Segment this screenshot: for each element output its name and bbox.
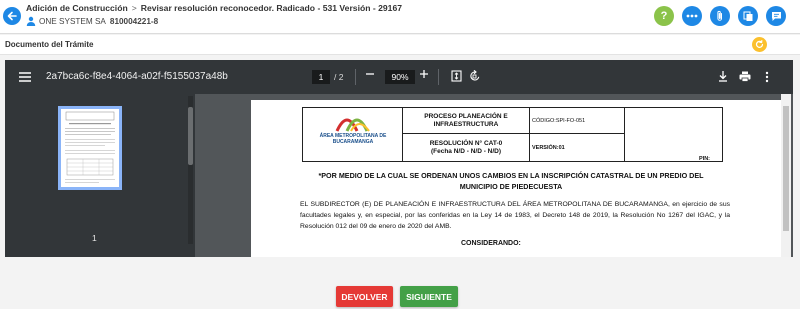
logo-cell: ÁREA METROPOLITANA DE BUCARAMANGA	[303, 108, 403, 161]
company-nit: 810004221-8	[109, 16, 159, 26]
pdf-page: ÁREA METROPOLITANA DE BUCARAMANGA PROCES…	[251, 100, 781, 257]
print-icon[interactable]	[739, 71, 751, 82]
thumbnail-preview	[65, 111, 115, 183]
download-icon[interactable]	[718, 71, 728, 82]
comments-button[interactable]	[766, 6, 786, 26]
refresh-button[interactable]	[752, 37, 767, 52]
copy-document-button[interactable]	[738, 6, 758, 26]
amb-logo-icon	[335, 118, 370, 132]
breadcrumb: Adición de Construcción > Revisar resoluci…	[26, 3, 402, 13]
company-info: ONE SYSTEM SA 810004221-8	[26, 16, 158, 26]
toolbar-divider	[355, 69, 356, 85]
attachment-button[interactable]	[710, 6, 730, 26]
copy-icon	[743, 11, 752, 21]
process-title: PROCESO PLANEACIÓN E INFRAESTRUCTURA	[403, 108, 530, 134]
zoom-input[interactable]: 90%	[385, 70, 415, 84]
pin-cell	[625, 108, 722, 161]
refresh-icon	[755, 40, 764, 48]
logo-text: ÁREA METROPOLITANA DE BUCARAMANGA	[319, 133, 387, 145]
breadcrumb-item-process[interactable]: Adición de Construcción	[26, 3, 128, 13]
page-number-input[interactable]: 1	[312, 70, 330, 84]
top-header: Adición de Construcción > Revisar resoluci…	[0, 0, 800, 34]
comment-icon	[771, 11, 781, 21]
pin-label: PIN:	[699, 156, 710, 162]
zoom-out-button[interactable]	[365, 68, 375, 83]
more-options-button[interactable]	[682, 6, 702, 26]
document-heading: *POR MEDIO DE LA CUAL SE ORDENAN UNOS CA…	[318, 171, 704, 191]
thumbnail-page-number: 1	[92, 233, 97, 243]
document-section-bar: Documento del Trámite	[0, 35, 800, 55]
help-button[interactable]: ?	[654, 6, 674, 26]
fit-to-page-icon[interactable]	[451, 70, 462, 82]
zoom-in-button[interactable]	[419, 67, 429, 83]
more-horizontal-icon	[686, 14, 698, 18]
thumbnail-sidebar: 1	[5, 94, 195, 257]
resolution-title: RESOLUCIÓN N° CAT-0	[429, 139, 503, 147]
toolbar-divider	[438, 69, 439, 85]
document-scrollbar-thumb[interactable]	[783, 106, 789, 231]
siguiente-button[interactable]: SIGUIENTE	[400, 286, 458, 307]
devolver-button[interactable]: DEVOLVER	[336, 286, 393, 307]
resolution-date: (Fecha N/D - N/D - N/D)	[430, 147, 502, 155]
document-body: EL SUBDIRECTOR (E) DE PLANEACIÓN E INFRA…	[300, 201, 730, 230]
person-icon	[26, 16, 36, 26]
menu-icon[interactable]	[19, 72, 31, 82]
paperclip-icon	[717, 10, 722, 21]
resolution-cell: RESOLUCIÓN N° CAT-0 (Fecha N/D - N/D - N…	[403, 134, 530, 161]
breadcrumb-separator: >	[131, 3, 137, 13]
rotate-icon[interactable]	[469, 70, 481, 82]
arrow-left-icon	[7, 11, 17, 21]
back-button[interactable]	[3, 7, 21, 25]
page-total: / 2	[334, 72, 344, 82]
pdf-viewer: 2a7bca6c-f8e4-4064-a02f-f5155037a48b 1 /…	[5, 60, 793, 257]
version-value: VERSIÓN:01	[530, 134, 625, 161]
page-thumbnail[interactable]	[58, 106, 122, 190]
more-vertical-icon[interactable]	[765, 71, 769, 83]
document-header-table: ÁREA METROPOLITANA DE BUCARAMANGA PROCES…	[302, 107, 723, 162]
pdf-file-name: 2a7bca6c-f8e4-4064-a02f-f5155037a48b	[46, 71, 228, 82]
section-title: Documento del Trámite	[5, 40, 94, 49]
document-considerando: CONSIDERANDO:	[461, 240, 521, 247]
codigo-value: CÓDIGO:SPI-FO-051	[530, 108, 625, 134]
minus-icon	[366, 73, 374, 75]
header-actions: ?	[654, 6, 786, 26]
breadcrumb-item-current: Revisar resolución reconocedor. Radicado…	[140, 3, 402, 13]
pdf-toolbar: 2a7bca6c-f8e4-4064-a02f-f5155037a48b 1 /…	[5, 60, 793, 94]
plus-icon	[420, 70, 428, 78]
help-icon: ?	[660, 10, 668, 22]
sidebar-scrollbar-thumb[interactable]	[188, 107, 193, 165]
company-name: ONE SYSTEM SA	[39, 16, 106, 26]
